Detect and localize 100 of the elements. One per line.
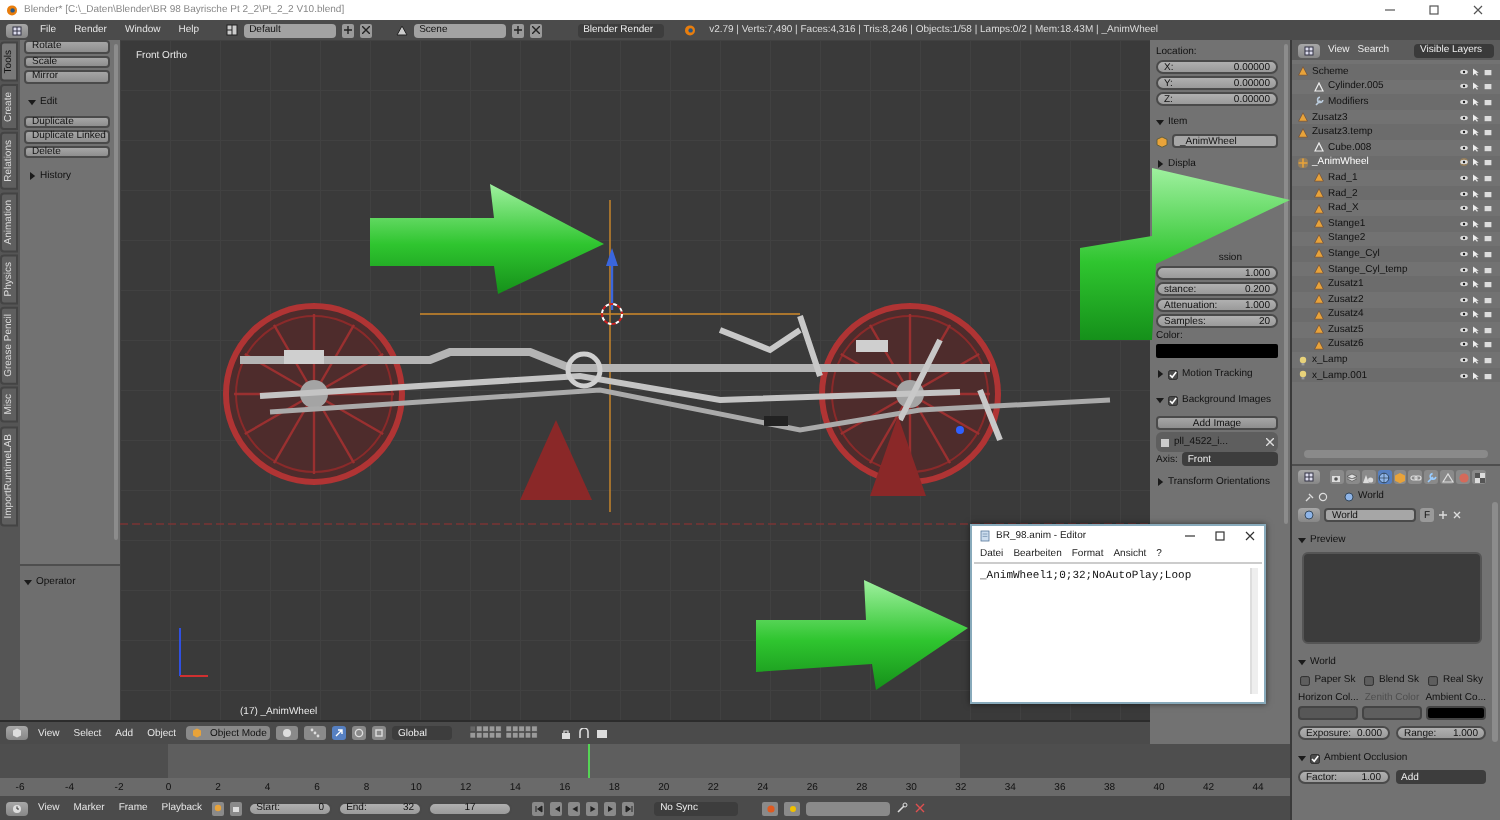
color-swatch[interactable] xyxy=(1425,706,1486,720)
checkbox[interactable] xyxy=(1300,675,1311,685)
checkbox[interactable] xyxy=(1168,395,1178,405)
play-icon xyxy=(587,803,598,813)
close-icon[interactable] xyxy=(1244,530,1256,542)
disclosure-icon[interactable] xyxy=(1156,370,1164,378)
dots-icon xyxy=(310,728,321,738)
color-swatch[interactable] xyxy=(1156,344,1278,358)
globe-icon xyxy=(1304,510,1314,520)
plus-icon[interactable] xyxy=(1438,510,1448,520)
layout-icon[interactable] xyxy=(225,24,238,36)
lock-icon xyxy=(232,804,241,812)
checkbox[interactable] xyxy=(1428,675,1439,685)
cube-icon xyxy=(1394,471,1407,483)
mesh-icon xyxy=(1314,81,1324,92)
add-button[interactable] xyxy=(341,23,354,37)
checkbox[interactable] xyxy=(1310,753,1320,763)
preview-range-button[interactable] xyxy=(212,801,225,815)
pivot-button[interactable] xyxy=(304,726,327,740)
scrollbar[interactable] xyxy=(113,44,118,540)
playback-button[interactable] xyxy=(568,801,581,815)
plus-icon xyxy=(513,26,522,34)
layers-icon xyxy=(1346,471,1359,483)
disclosure-icon[interactable] xyxy=(24,578,32,586)
editor-type-button[interactable] xyxy=(1298,470,1320,484)
lock-icon[interactable] xyxy=(560,727,573,739)
cube-icon xyxy=(1156,135,1168,147)
sphere-icon xyxy=(1457,471,1470,483)
shapes-icon xyxy=(1362,471,1375,483)
globe-icon xyxy=(1344,491,1354,501)
playback-button[interactable] xyxy=(550,801,563,815)
checkbox[interactable] xyxy=(1364,675,1375,685)
wrench-icon xyxy=(1314,96,1324,107)
editor-type-button[interactable] xyxy=(6,726,28,740)
minimize-icon[interactable] xyxy=(1384,4,1396,16)
shading-button[interactable] xyxy=(276,726,299,740)
grid-icon xyxy=(1304,45,1314,55)
scrollbar[interactable] xyxy=(1283,44,1288,524)
properties-tab[interactable] xyxy=(1408,470,1423,484)
wrench-icon xyxy=(1425,471,1438,483)
scrollbar[interactable] xyxy=(1250,568,1258,694)
bulb-icon xyxy=(1298,355,1308,366)
minimize-icon[interactable] xyxy=(1184,530,1196,542)
square-icon xyxy=(374,728,385,738)
skip-end-icon xyxy=(623,803,634,813)
world-browse-button[interactable] xyxy=(1298,508,1320,522)
axes-icon xyxy=(1298,157,1308,168)
disclosure-icon[interactable] xyxy=(1298,754,1306,762)
maximize-icon[interactable] xyxy=(1428,4,1440,16)
lock-button[interactable] xyxy=(230,801,243,815)
remove-button[interactable] xyxy=(529,23,542,37)
color-swatch[interactable] xyxy=(1298,706,1359,720)
playback-button[interactable] xyxy=(586,801,599,815)
eye-icon[interactable] xyxy=(1460,158,1468,167)
globe-icon xyxy=(1378,471,1391,483)
close-icon xyxy=(531,26,540,34)
properties-tab[interactable] xyxy=(1361,470,1376,484)
disclosure-icon[interactable] xyxy=(28,172,36,180)
notepad-icon xyxy=(980,530,990,542)
playback-button[interactable] xyxy=(604,801,617,815)
scene-icon[interactable] xyxy=(395,24,408,36)
properties-tab[interactable] xyxy=(1377,470,1392,484)
sphere-icon xyxy=(282,728,293,738)
editor-type-button[interactable] xyxy=(1298,43,1320,57)
editor-type-button[interactable] xyxy=(6,801,28,815)
close-icon[interactable] xyxy=(1472,4,1484,16)
close-icon xyxy=(361,26,370,34)
editor-type-button[interactable] xyxy=(6,23,28,37)
keying-set-field[interactable] xyxy=(806,801,891,815)
keying-button[interactable] xyxy=(784,801,801,815)
blender-logo-icon xyxy=(6,4,18,16)
disclosure-icon[interactable] xyxy=(1156,118,1164,126)
properties-tab[interactable] xyxy=(1472,470,1487,484)
disclosure-icon[interactable] xyxy=(28,97,36,105)
grid-icon xyxy=(12,25,22,35)
manipulator-button[interactable] xyxy=(372,726,387,740)
grid-icon xyxy=(1304,472,1314,482)
playback-button[interactable] xyxy=(532,801,545,815)
record-button[interactable] xyxy=(762,801,779,815)
disclosure-icon[interactable] xyxy=(1298,658,1306,666)
blender-logo-icon xyxy=(683,24,696,36)
mesh-icon xyxy=(1314,142,1324,153)
playback-button[interactable] xyxy=(622,801,635,815)
plus-icon xyxy=(343,26,352,34)
snap-icon[interactable] xyxy=(578,727,591,739)
manipulator-button[interactable] xyxy=(352,726,367,740)
disclosure-icon[interactable] xyxy=(1298,536,1306,544)
add-button[interactable] xyxy=(511,23,524,37)
layer-grid-icon[interactable] xyxy=(470,726,543,740)
skip-start-icon xyxy=(533,803,544,813)
remove-button[interactable] xyxy=(359,23,372,37)
disclosure-icon[interactable] xyxy=(1156,396,1164,404)
disclosure-icon[interactable] xyxy=(1156,478,1164,486)
pin-icon[interactable] xyxy=(1304,491,1314,501)
bulb-icon xyxy=(1298,370,1308,381)
checkbox[interactable] xyxy=(1168,369,1178,379)
manipulator-button[interactable] xyxy=(332,726,347,740)
keyframe-back-icon xyxy=(551,803,562,813)
maximize-icon[interactable] xyxy=(1214,530,1226,542)
manipulator-arrow[interactable] xyxy=(606,248,618,310)
